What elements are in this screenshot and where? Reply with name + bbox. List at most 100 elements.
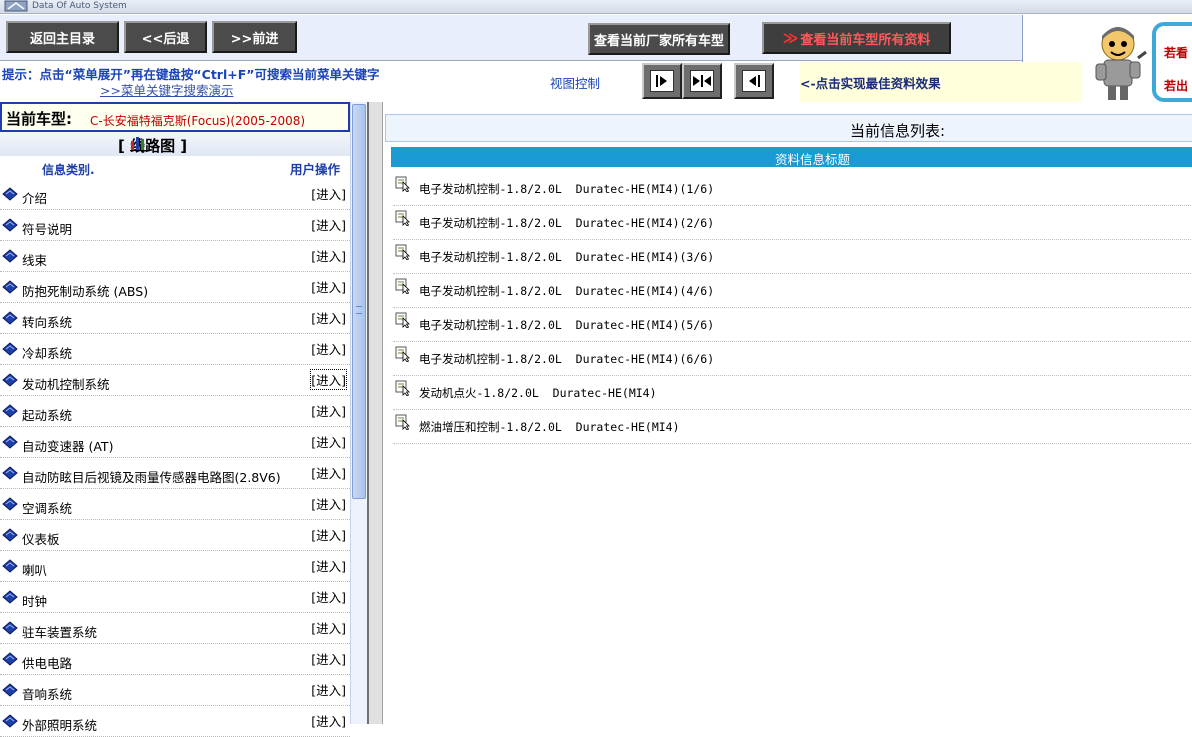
list-item: 喇叭 [进入]: [0, 551, 350, 582]
list-item: 音响系统 [进入]: [0, 675, 350, 706]
enter-button[interactable]: [进入]: [311, 525, 346, 544]
document-pointer-icon: [395, 210, 410, 226]
document-title[interactable]: 电子发动机控制-1.8/2.0L Duratec-HE(MI4)(1/6): [419, 181, 714, 197]
document-row[interactable]: 电子发动机控制-1.8/2.0L Duratec-HE(MI4)(2/6): [393, 206, 1192, 240]
category-label: 介绍: [22, 191, 48, 206]
category-label: 供电电路: [22, 656, 73, 671]
view-split-button[interactable]: [682, 63, 722, 99]
blue-book-icon: [2, 280, 18, 294]
category-label: 防抱死制动系统 (ABS): [22, 284, 149, 299]
category-label: 驻车装置系统: [22, 625, 98, 640]
list-item: 起动系统 [进入]: [0, 396, 350, 427]
enter-button[interactable]: [进入]: [311, 618, 346, 637]
list-item: 驻车装置系统 [进入]: [0, 613, 350, 644]
enter-button[interactable]: [进入]: [311, 432, 346, 451]
all-model-info-button[interactable]: ≫ 查看当前车型所有资料: [762, 22, 951, 54]
category-pane: 当前车型: C-长安福特福克斯(Focus)(2005-2008) [ 线路图 …: [0, 102, 350, 737]
pane-splitter[interactable]: [367, 102, 383, 724]
document-pointer-icon: [395, 414, 410, 430]
document-title[interactable]: 燃油增压和控制-1.8/2.0L Duratec-HE(MI4): [419, 419, 680, 435]
document-title[interactable]: 电子发动机控制-1.8/2.0L Duratec-HE(MI4)(5/6): [419, 317, 714, 333]
document-title[interactable]: 电子发动机控制-1.8/2.0L Duratec-HE(MI4)(4/6): [419, 283, 714, 299]
blue-book-icon: [2, 187, 18, 201]
list-item: 仪表板 [进入]: [0, 520, 350, 551]
category-label: 音响系统: [22, 687, 73, 702]
blue-book-icon: [2, 683, 18, 697]
info-list-title: 当前信息列表:: [850, 122, 946, 140]
category-column-header: 信息类别. 用户操作: [0, 158, 350, 178]
document-row[interactable]: 电子发动机控制-1.8/2.0L Duratec-HE(MI4)(1/6): [393, 172, 1192, 206]
enter-button[interactable]: [进入]: [311, 401, 346, 420]
category-label: 起动系统: [22, 408, 73, 423]
blue-book-icon: [2, 373, 18, 387]
list-item: 符号说明 [进入]: [0, 210, 350, 241]
document-row[interactable]: 电子发动机控制-1.8/2.0L Duratec-HE(MI4)(4/6): [393, 274, 1192, 308]
enter-button[interactable]: [进入]: [311, 494, 346, 513]
list-item: 发动机控制系统 [进入]: [0, 365, 350, 396]
enter-button[interactable]: [进入]: [311, 184, 346, 203]
effect-hint-text: <-点击实现最佳资料效果: [800, 76, 941, 91]
back-button[interactable]: <<后退: [124, 21, 207, 53]
enter-button[interactable]: [进入]: [311, 339, 346, 358]
document-pointer-icon: [395, 176, 410, 192]
enter-button[interactable]: [进入]: [311, 680, 346, 699]
document-row[interactable]: 发动机点火-1.8/2.0L Duratec-HE(MI4): [393, 376, 1192, 410]
side-link-2[interactable]: 若出: [1164, 77, 1188, 94]
arrow-right-icon: [650, 70, 674, 92]
scroll-grip-icon: [356, 306, 362, 314]
blue-book-icon: [2, 621, 18, 635]
document-title[interactable]: 电子发动机控制-1.8/2.0L Duratec-HE(MI4)(3/6): [419, 249, 714, 265]
blue-book-icon: [2, 590, 18, 604]
category-label: 转向系统: [22, 315, 73, 330]
list-item: 线束 [进入]: [0, 241, 350, 272]
list-item: 冷却系统 [进入]: [0, 334, 350, 365]
document-title[interactable]: 发动机点火-1.8/2.0L Duratec-HE(MI4): [419, 385, 657, 401]
view-right-pane-button[interactable]: [734, 63, 774, 99]
document-row[interactable]: 电子发动机控制-1.8/2.0L Duratec-HE(MI4)(3/6): [393, 240, 1192, 274]
diagram-title: [ 线路图 ]: [118, 137, 188, 155]
enter-button[interactable]: [进入]: [311, 215, 346, 234]
forward-button[interactable]: >>前进: [212, 21, 297, 53]
enter-button[interactable]: [进入]: [311, 308, 346, 327]
blue-book-icon: [2, 466, 18, 480]
document-title[interactable]: 电子发动机控制-1.8/2.0L Duratec-HE(MI4)(6/6): [419, 351, 714, 367]
enter-button[interactable]: [进入]: [311, 277, 346, 296]
enter-button[interactable]: [进入]: [311, 711, 346, 730]
list-item: 外部照明系统 [进入]: [0, 706, 350, 737]
blue-book-icon: [2, 249, 18, 263]
category-column-label: 信息类别.: [42, 163, 95, 177]
view-left-pane-button[interactable]: [642, 63, 682, 99]
document-row[interactable]: 燃油增压和控制-1.8/2.0L Duratec-HE(MI4): [393, 410, 1192, 444]
enter-button[interactable]: [进入]: [310, 369, 347, 390]
app-banner: Data Of Auto System: [0, 0, 1192, 14]
enter-button[interactable]: [进入]: [311, 587, 346, 606]
document-row[interactable]: 电子发动机控制-1.8/2.0L Duratec-HE(MI4)(5/6): [393, 308, 1192, 342]
document-pointer-icon: [395, 278, 410, 294]
category-label: 外部照明系统: [22, 718, 98, 733]
logo-text: Data Of Auto System: [32, 1, 127, 11]
document-pointer-icon: [395, 380, 410, 396]
action-column-label: 用户操作: [290, 162, 341, 177]
view-control-label: 视图控制: [550, 76, 601, 91]
current-model-value: C-长安福特福克斯(Focus)(2005-2008): [90, 114, 306, 128]
document-row[interactable]: 电子发动机控制-1.8/2.0L Duratec-HE(MI4)(6/6): [393, 342, 1192, 376]
enter-button[interactable]: [进入]: [311, 649, 346, 668]
blue-book-icon: [2, 714, 18, 728]
category-label: 时钟: [22, 594, 48, 609]
blue-book-icon: [2, 342, 18, 356]
list-item: 防抱死制动系统 (ABS) [进入]: [0, 272, 350, 303]
home-button[interactable]: 返回主目录: [6, 21, 119, 53]
enter-button[interactable]: [进入]: [311, 246, 346, 265]
side-link-1[interactable]: 若看: [1164, 44, 1188, 61]
enter-button[interactable]: [进入]: [311, 556, 346, 575]
category-label: 线束: [22, 253, 48, 268]
enter-button[interactable]: [进入]: [311, 463, 346, 482]
maker-models-button[interactable]: 查看当前厂家所有车型: [588, 23, 730, 55]
effect-hint-area: <-点击实现最佳资料效果: [800, 62, 1082, 102]
category-label: 符号说明: [22, 222, 73, 237]
blue-book-icon: [2, 311, 18, 325]
document-title[interactable]: 电子发动机控制-1.8/2.0L Duratec-HE(MI4)(2/6): [419, 215, 714, 231]
search-demo-link[interactable]: >>菜单关键字搜索演示: [100, 80, 233, 99]
category-label: 自动变速器 (AT): [22, 439, 114, 454]
scrollbar-thumb[interactable]: [352, 104, 366, 499]
